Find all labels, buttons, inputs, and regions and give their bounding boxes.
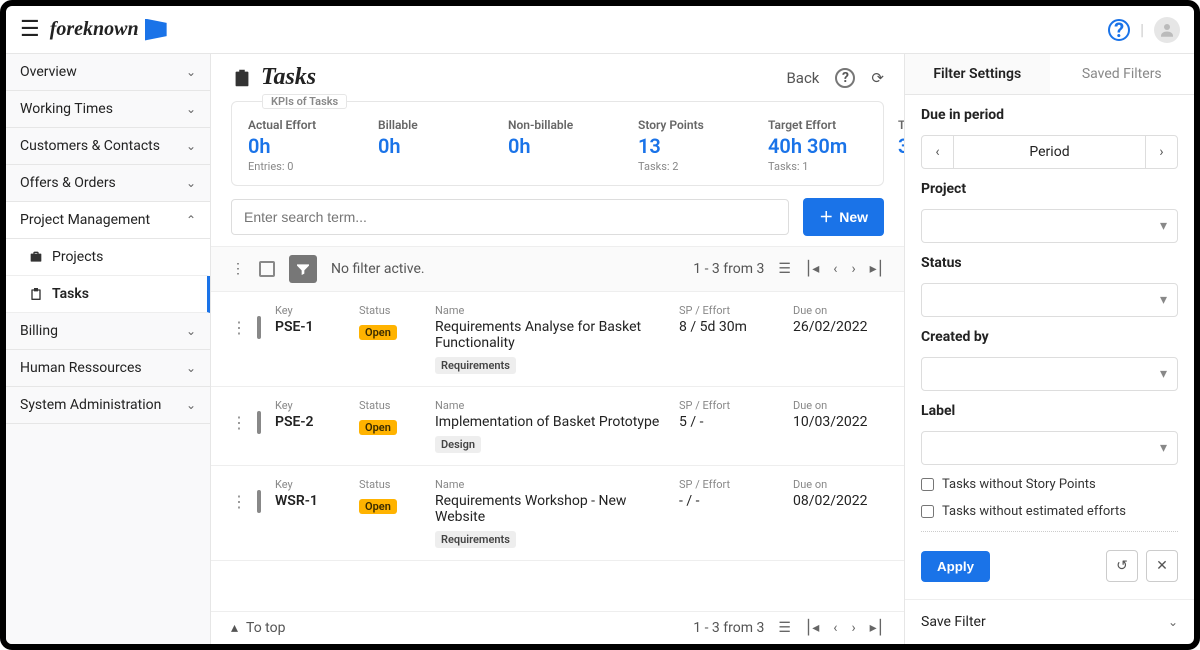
row-checkbox[interactable] [257, 316, 261, 339]
tab-saved-filters[interactable]: Saved Filters [1050, 54, 1195, 95]
task-row[interactable]: ⋮ KeyPSE-2 StatusOpen NameImplementation… [211, 387, 904, 466]
chevron-up-icon: ▴ [231, 620, 238, 636]
chevron-down-icon: ⌄ [1168, 615, 1178, 629]
page-next-icon[interactable]: › [851, 620, 855, 636]
period-prev[interactable]: ‹ [922, 136, 954, 168]
project-select[interactable]: ▾ [921, 209, 1178, 243]
avatar[interactable] [1154, 17, 1180, 43]
page-first-icon[interactable]: ⎮◂ [805, 261, 819, 277]
more-icon[interactable]: ⋮ [231, 261, 245, 277]
page-title: Tasks [231, 64, 316, 91]
sort-icon[interactable]: ☰ [778, 261, 791, 277]
caret-down-icon: ▾ [1160, 218, 1167, 234]
chevron-down-icon: ⌄ [186, 102, 196, 116]
filter-icon[interactable] [289, 255, 317, 283]
brand-text: foreknown [50, 18, 139, 41]
nav-project-management[interactable]: Project Management⌃ [6, 202, 210, 239]
brand: foreknown [50, 18, 167, 41]
nav-projects[interactable]: Projects [6, 239, 210, 276]
apply-button[interactable]: Apply [921, 551, 990, 582]
filter-due-label: Due in period [921, 107, 1178, 123]
select-all-checkbox[interactable] [259, 261, 275, 277]
nav-overview[interactable]: Overview⌄ [6, 54, 210, 91]
search-input[interactable] [231, 199, 789, 235]
back-link[interactable]: Back [786, 69, 819, 87]
sidebar: Overview⌄ Working Times⌄ Customers & Con… [6, 54, 211, 644]
page-first-icon[interactable]: ⎮◂ [805, 620, 819, 636]
page-prev-icon[interactable]: ‹ [833, 261, 837, 277]
chevron-down-icon: ⌄ [186, 398, 196, 412]
period-label[interactable]: Period [954, 136, 1145, 168]
briefcase-icon [28, 249, 44, 265]
filter-status-label: Status [921, 255, 1178, 271]
chevron-down-icon: ⌄ [186, 324, 196, 338]
cb-no-efforts[interactable]: Tasks without estimated efforts [921, 504, 1178, 519]
row-more-icon[interactable]: ⋮ [231, 399, 243, 432]
nav-working-times[interactable]: Working Times⌄ [6, 91, 210, 128]
task-row[interactable]: ⋮ KeyPSE-1 StatusOpen NameRequirements A… [211, 292, 904, 387]
chevron-down-icon: ⌄ [186, 139, 196, 153]
row-checkbox[interactable] [257, 411, 261, 434]
row-checkbox[interactable] [257, 490, 261, 513]
filter-status: No filter active. [331, 261, 425, 277]
clear-button[interactable]: ✕ [1146, 550, 1178, 582]
sort-icon[interactable]: ☰ [778, 620, 791, 636]
kpi-panel: KPIs of Tasks Actual Effort0hEntries: 0 … [231, 101, 884, 186]
period-next[interactable]: › [1145, 136, 1177, 168]
chevron-down-icon: ⌄ [186, 65, 196, 79]
chevron-down-icon: ⌄ [186, 361, 196, 375]
logo-icon [145, 19, 167, 41]
nav-customers[interactable]: Customers & Contacts⌄ [6, 128, 210, 165]
page-next-icon[interactable]: › [851, 261, 855, 277]
nav-human-resources[interactable]: Human Ressources⌄ [6, 350, 210, 387]
task-row[interactable]: ⋮ KeyWSR-1 StatusOpen NameRequirements W… [211, 466, 904, 561]
caret-down-icon: ▾ [1160, 292, 1167, 308]
filter-project-label: Project [921, 181, 1178, 197]
reset-button[interactable]: ↺ [1106, 550, 1138, 582]
row-more-icon[interactable]: ⋮ [231, 304, 243, 337]
status-select[interactable]: ▾ [921, 283, 1178, 317]
row-more-icon[interactable]: ⋮ [231, 478, 243, 511]
pagination-text: 1 - 3 from 3 [693, 261, 764, 277]
chevron-up-icon: ⌃ [186, 213, 196, 227]
chevron-down-icon: ⌄ [186, 176, 196, 190]
save-filter-toggle[interactable]: Save Filter ⌄ [905, 599, 1194, 644]
tab-filter-settings[interactable]: Filter Settings [905, 54, 1050, 95]
page-last-icon[interactable]: ▸⎮ [870, 620, 884, 636]
label-select[interactable]: ▾ [921, 431, 1178, 465]
nav-billing[interactable]: Billing⌄ [6, 313, 210, 350]
pagination-text: 1 - 3 from 3 [693, 620, 764, 636]
reload-icon[interactable]: ⟳ [871, 69, 884, 87]
cb-no-storypoints[interactable]: Tasks without Story Points [921, 477, 1178, 492]
page-last-icon[interactable]: ▸⎮ [870, 261, 884, 277]
caret-down-icon: ▾ [1160, 440, 1167, 456]
nav-tasks[interactable]: Tasks [6, 276, 210, 313]
page-prev-icon[interactable]: ‹ [833, 620, 837, 636]
filter-label-label: Label [921, 403, 1178, 419]
createdby-select[interactable]: ▾ [921, 357, 1178, 391]
new-button[interactable]: ＋New [803, 198, 884, 236]
clipboard-icon [28, 286, 44, 302]
menu-icon[interactable]: ☰ [20, 17, 40, 42]
caret-down-icon: ▾ [1160, 366, 1167, 382]
help-icon[interactable]: ? [1108, 19, 1130, 41]
nav-offers[interactable]: Offers & Orders⌄ [6, 165, 210, 202]
filter-createdby-label: Created by [921, 329, 1178, 345]
to-top-button[interactable]: ▴To top [231, 620, 285, 636]
plus-icon: ＋ [819, 207, 833, 227]
nav-system-admin[interactable]: System Administration⌄ [6, 387, 210, 424]
clipboard-icon [231, 67, 253, 89]
kpi-title: KPIs of Tasks [262, 94, 347, 109]
help-icon[interactable]: ? [835, 68, 855, 88]
